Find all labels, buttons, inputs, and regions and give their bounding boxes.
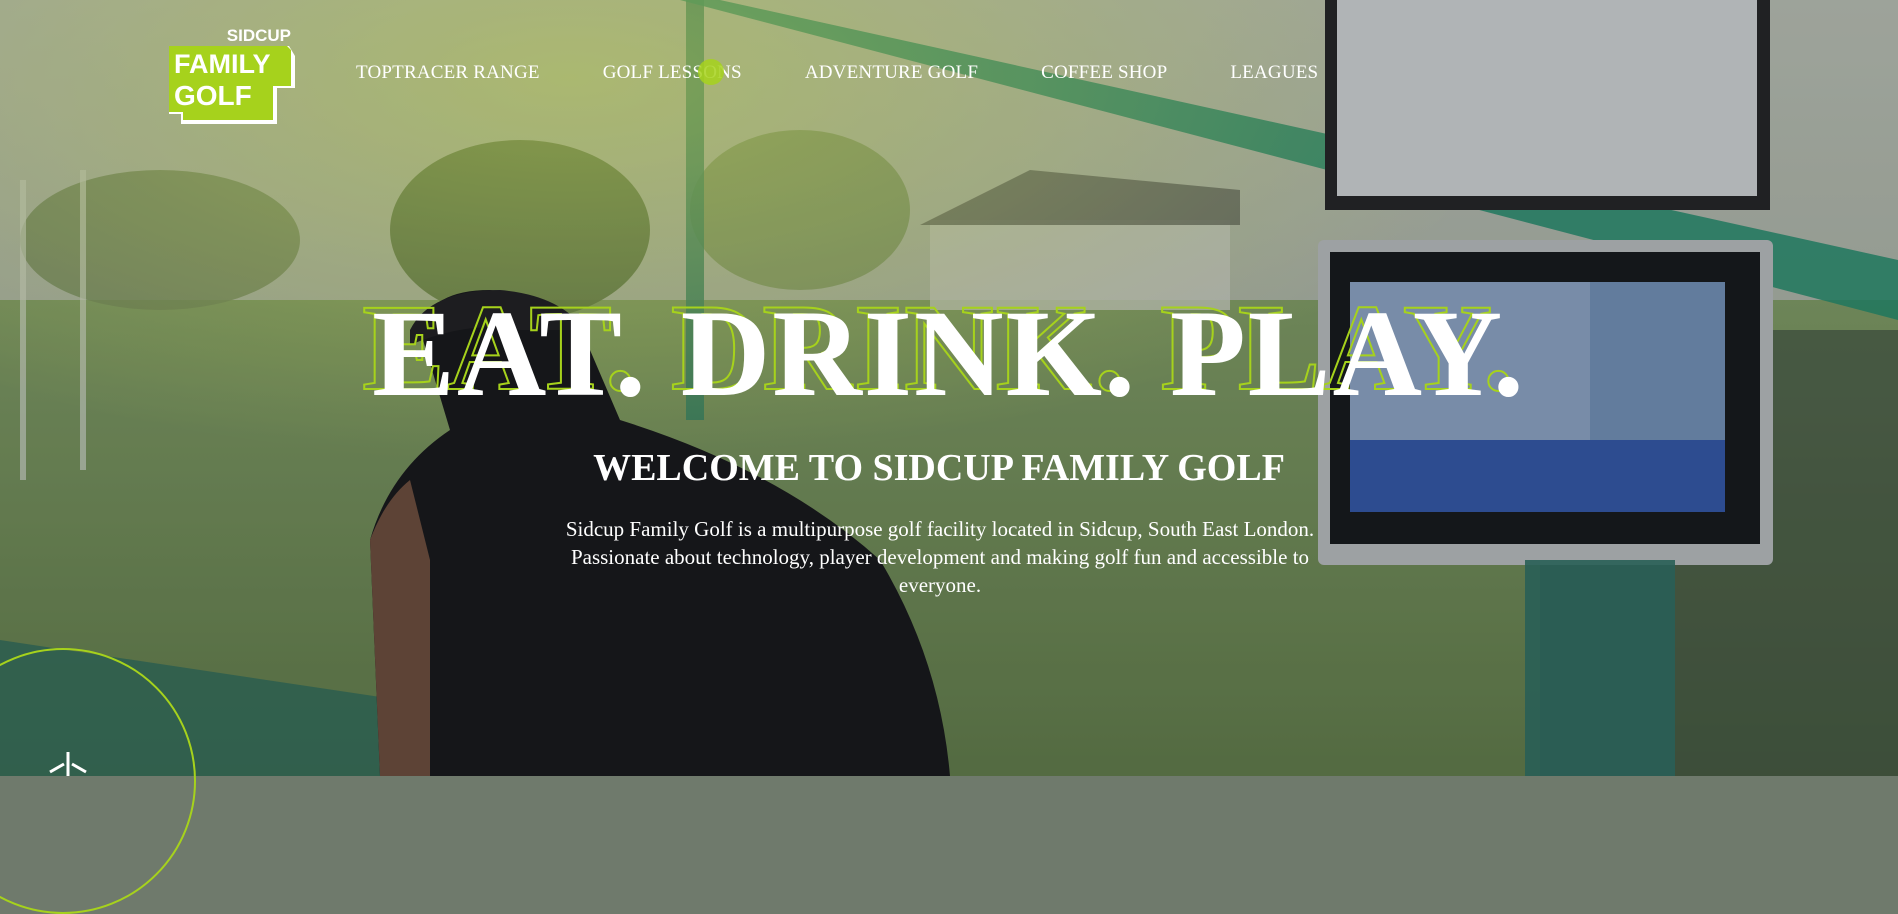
nav-item-coffee-shop[interactable]: COFFEE SHOP <box>1041 62 1167 84</box>
nav-item-adventure-golf[interactable]: ADVENTURE GOLF <box>805 62 978 84</box>
main-navigation: TOPTRACER RANGE GOLF LESSONS ADVENTURE G… <box>356 62 1381 84</box>
welcome-heading: WELCOME TO SIDCUP FAMILY GOLF <box>593 447 1285 489</box>
hero-headline: EAT. DRINK. PLAY. EAT. DRINK. PLAY. <box>0 285 1898 416</box>
hero-description: Sidcup Family Golf is a multipurpose gol… <box>565 517 1315 597</box>
sidcup-family-golf-logo[interactable]: SIDCUP FAMILY GOLF <box>169 28 295 124</box>
hero-headline-text: EAT. DRINK. PLAY. <box>372 285 1526 422</box>
nav-item-toptracer-range[interactable]: TOPTRACER RANGE <box>356 62 540 84</box>
sparkle-icon[interactable] <box>46 752 90 776</box>
logo-text-golf: GOLF <box>174 80 252 111</box>
logo-text-family: FAMILY <box>174 49 271 79</box>
cursor-highlight-dot <box>698 59 724 85</box>
nav-item-leagues[interactable]: LEAGUES <box>1230 62 1318 84</box>
logo-text-sidcup: SIDCUP <box>227 28 291 45</box>
